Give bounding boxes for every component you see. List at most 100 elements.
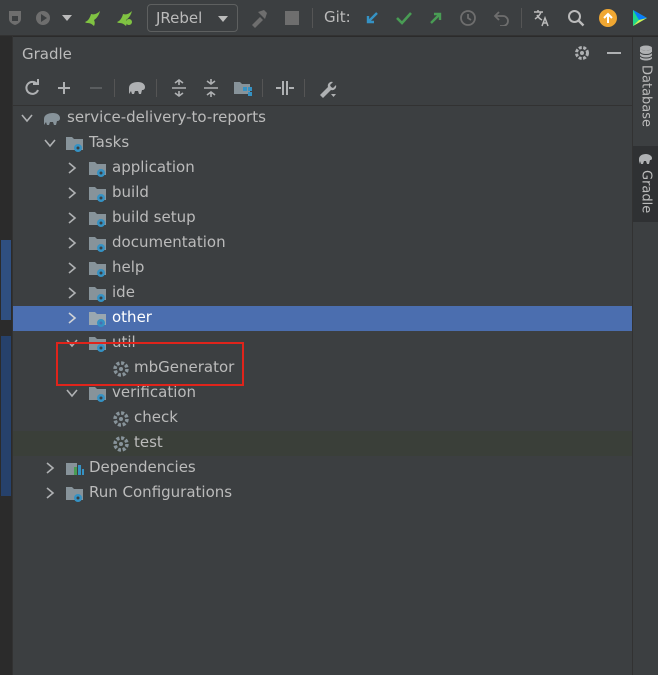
update-icon[interactable] bbox=[597, 7, 619, 29]
chevron-right-icon[interactable] bbox=[66, 212, 78, 224]
main-toolbar: JRebel Git: bbox=[0, 0, 658, 36]
tree-row-tasks[interactable]: Tasks bbox=[13, 131, 632, 156]
folder-gear-icon bbox=[89, 387, 106, 402]
tree-node-label: documentation bbox=[112, 233, 226, 251]
elephant-icon bbox=[44, 113, 60, 125]
git-label: Git: bbox=[324, 8, 351, 26]
hammer-icon[interactable] bbox=[248, 7, 270, 29]
folder-gear-icon bbox=[89, 312, 106, 327]
toolbar-separator bbox=[114, 79, 115, 97]
gradle-toolbar bbox=[13, 70, 632, 106]
tree-row-build[interactable]: build bbox=[13, 181, 632, 206]
right-tool-stripe: Database Gradle bbox=[632, 37, 658, 675]
plugin-icon[interactable] bbox=[629, 7, 651, 29]
gradle-panel-header: Gradle bbox=[13, 37, 632, 70]
jrebel-config-select[interactable]: JRebel bbox=[147, 4, 238, 32]
chevron-right-icon[interactable] bbox=[66, 287, 78, 299]
tree-row-documentation[interactable]: documentation bbox=[13, 231, 632, 256]
folder-gear-icon bbox=[66, 137, 83, 152]
task-gear-icon bbox=[113, 411, 129, 427]
chevron-right-icon[interactable] bbox=[44, 487, 56, 499]
chevron-down-icon[interactable] bbox=[66, 387, 78, 399]
chevron-right-icon[interactable] bbox=[66, 187, 78, 199]
shield-icon[interactable] bbox=[4, 7, 26, 29]
toolbar-separator bbox=[262, 79, 263, 97]
toolbar-separator bbox=[304, 79, 305, 97]
database-icon bbox=[639, 45, 653, 61]
toolbar-separator bbox=[521, 8, 522, 28]
tree-node-label: Tasks bbox=[89, 133, 130, 151]
elephant-icon bbox=[639, 154, 652, 164]
tree-node-label: build bbox=[112, 183, 149, 201]
stop-icon[interactable] bbox=[281, 7, 303, 29]
search-icon[interactable] bbox=[565, 7, 587, 29]
gear-icon[interactable] bbox=[573, 44, 591, 66]
chevron-right-icon[interactable] bbox=[66, 162, 78, 174]
chevron-down-icon bbox=[218, 16, 228, 22]
chevron-right-icon[interactable] bbox=[66, 312, 78, 324]
folder-gear-icon bbox=[89, 237, 106, 252]
group-modules-icon[interactable] bbox=[232, 77, 254, 99]
tree-node-label: help bbox=[112, 258, 145, 276]
git-commit-icon[interactable] bbox=[393, 7, 415, 29]
database-tab-label: Database bbox=[638, 65, 654, 128]
collapse-all-icon[interactable] bbox=[200, 77, 222, 99]
remove-icon[interactable] bbox=[85, 77, 107, 99]
jrebel-run-icon[interactable] bbox=[82, 7, 104, 29]
toolbar-separator bbox=[156, 79, 157, 97]
annotation-highlight-box bbox=[56, 342, 244, 386]
tree-node-label: application bbox=[112, 158, 195, 176]
rollback-icon[interactable] bbox=[491, 7, 513, 29]
dependencies-icon bbox=[66, 463, 84, 475]
task-gear-icon bbox=[113, 436, 129, 452]
refresh-icon[interactable] bbox=[21, 77, 43, 99]
folder-gear-icon bbox=[89, 187, 106, 202]
tree-row-other[interactable]: other bbox=[13, 306, 632, 331]
chevron-down-icon[interactable] bbox=[44, 137, 56, 149]
tree-row-dependencies[interactable]: Dependencies bbox=[13, 456, 632, 481]
tree-row-application[interactable]: application bbox=[13, 156, 632, 181]
editor-gutter bbox=[0, 36, 13, 675]
editor-minimap-mark bbox=[1, 336, 11, 496]
chevron-right-icon[interactable] bbox=[66, 237, 78, 249]
history-icon[interactable] bbox=[457, 7, 479, 29]
run-coverage-icon[interactable] bbox=[32, 7, 54, 29]
chevron-right-icon[interactable] bbox=[44, 462, 56, 474]
translate-icon[interactable] bbox=[531, 7, 553, 29]
folder-gear-icon bbox=[89, 212, 106, 227]
tree-row-run-configurations[interactable]: Run Configurations bbox=[13, 481, 632, 506]
dropdown-icon[interactable] bbox=[60, 7, 74, 29]
tree-row-test[interactable]: test bbox=[13, 431, 632, 456]
expand-all-icon[interactable] bbox=[168, 77, 190, 99]
tree-row-ide[interactable]: ide bbox=[13, 281, 632, 306]
folder-gear-icon bbox=[89, 162, 106, 177]
minimize-icon[interactable] bbox=[607, 52, 621, 54]
tree-node-label: other bbox=[112, 308, 152, 326]
toolbar-separator bbox=[312, 8, 313, 28]
tree-row-check[interactable]: check bbox=[13, 406, 632, 431]
folder-gear-icon bbox=[89, 262, 106, 277]
tree-node-label: test bbox=[134, 433, 163, 451]
toggle-offline-icon[interactable] bbox=[274, 77, 296, 99]
gradle-tool-button[interactable]: Gradle bbox=[633, 146, 658, 222]
folder-gear-icon bbox=[66, 487, 83, 502]
tree-row-root[interactable]: service-delivery-to-reports bbox=[13, 106, 632, 131]
chevron-down-icon[interactable] bbox=[21, 112, 33, 124]
chevron-right-icon[interactable] bbox=[66, 262, 78, 274]
editor-minimap-mark bbox=[1, 240, 11, 320]
jrebel-select-label: JRebel bbox=[156, 9, 203, 27]
tree-row-build-setup[interactable]: build setup bbox=[13, 206, 632, 231]
tree-row-help[interactable]: help bbox=[13, 256, 632, 281]
project-name: service-delivery-to-reports bbox=[67, 108, 266, 126]
add-icon[interactable] bbox=[53, 77, 75, 99]
gradle-tab-label: Gradle bbox=[638, 170, 654, 214]
tree-node-label: ide bbox=[112, 283, 135, 301]
git-update-icon[interactable] bbox=[361, 7, 383, 29]
database-tool-button[interactable]: Database bbox=[633, 45, 658, 137]
git-push-icon[interactable] bbox=[425, 7, 447, 29]
elephant-icon[interactable] bbox=[126, 77, 148, 99]
wrench-icon[interactable] bbox=[316, 77, 338, 99]
tree-node-label: Run Configurations bbox=[89, 483, 233, 501]
tree-node-label: Dependencies bbox=[89, 458, 196, 476]
jrebel-debug-icon[interactable] bbox=[114, 7, 136, 29]
